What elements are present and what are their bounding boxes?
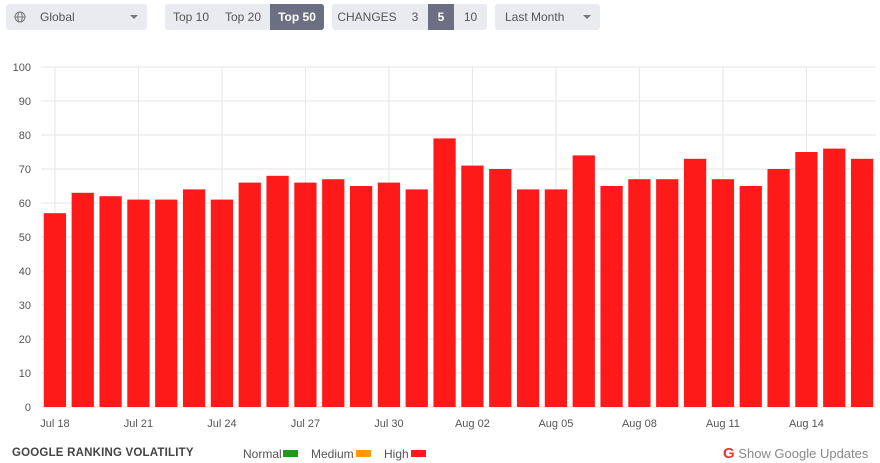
bar[interactable] bbox=[600, 186, 623, 407]
bar[interactable] bbox=[433, 138, 456, 407]
region-select[interactable]: Global bbox=[6, 4, 147, 30]
bar[interactable] bbox=[294, 182, 317, 407]
bar[interactable] bbox=[516, 189, 540, 407]
x-tick-label: Aug 11 bbox=[706, 418, 740, 430]
x-tick-label: Jul 24 bbox=[207, 418, 236, 430]
y-tick-label: 100 bbox=[13, 62, 31, 74]
changes-5-button[interactable]: 5 bbox=[428, 4, 454, 30]
bar[interactable] bbox=[628, 179, 651, 407]
bar[interactable] bbox=[127, 199, 150, 407]
google-icon: G bbox=[723, 445, 735, 462]
changes-group: CHANGES 3 5 10 bbox=[332, 4, 487, 30]
x-tick-label: Aug 05 bbox=[538, 418, 573, 430]
volatility-bar-chart: 0 10 20 30 40 50 60 70 80 90 100 Jul 18 Jul 21 Jul 24… bbox=[13, 62, 876, 430]
bar[interactable] bbox=[99, 196, 122, 407]
bar[interactable] bbox=[238, 182, 261, 407]
globe-icon bbox=[14, 11, 26, 23]
bar[interactable] bbox=[405, 189, 428, 407]
show-google-updates-label: Show Google Updates bbox=[738, 446, 869, 461]
y-tick-label: 80 bbox=[19, 130, 31, 142]
period-label: Last Month bbox=[505, 10, 565, 24]
bar[interactable] bbox=[850, 158, 874, 407]
bar[interactable] bbox=[377, 182, 401, 407]
y-tick-label: 50 bbox=[19, 232, 31, 244]
legend-high-label: High bbox=[384, 447, 409, 461]
bar[interactable] bbox=[572, 155, 595, 407]
y-tick-label: 30 bbox=[19, 300, 31, 312]
top-filter-group: Top 10 Top 20 Top 50 bbox=[165, 4, 324, 30]
changes-3-button[interactable]: 3 bbox=[402, 4, 428, 30]
region-label: Global bbox=[40, 10, 75, 24]
footer: GOOGLE RANKING VOLATILITY Normal Medium … bbox=[0, 440, 880, 463]
x-tick-label: Jul 30 bbox=[374, 418, 403, 430]
bar[interactable] bbox=[210, 199, 234, 407]
bar[interactable] bbox=[71, 192, 94, 407]
legend-normal-swatch bbox=[283, 450, 298, 457]
legend-high-swatch bbox=[411, 450, 426, 457]
bar[interactable] bbox=[322, 179, 345, 407]
bar[interactable] bbox=[823, 148, 846, 407]
chevron-down-icon bbox=[583, 15, 591, 19]
x-tick-label: Aug 08 bbox=[622, 418, 657, 430]
period-select[interactable]: Last Month bbox=[495, 4, 600, 30]
toolbar: Global Top 10 Top 20 Top 50 CHANGES 3 5 … bbox=[0, 0, 880, 36]
y-tick-label: 60 bbox=[19, 198, 31, 210]
top-50-button[interactable]: Top 50 bbox=[270, 4, 324, 30]
bar[interactable] bbox=[43, 213, 67, 407]
x-tick-label: Jul 18 bbox=[40, 418, 69, 430]
top-10-button[interactable]: Top 10 bbox=[165, 4, 217, 30]
top-20-button[interactable]: Top 20 bbox=[217, 4, 269, 30]
y-tick-label: 90 bbox=[19, 96, 31, 108]
x-tick-label: Aug 14 bbox=[789, 418, 824, 430]
bar[interactable] bbox=[461, 165, 484, 407]
bar[interactable] bbox=[544, 189, 568, 407]
changes-label: CHANGES bbox=[337, 10, 397, 24]
bar[interactable] bbox=[266, 175, 289, 407]
chevron-down-icon bbox=[130, 15, 138, 19]
legend-medium-label: Medium bbox=[311, 447, 354, 461]
changes-10-button[interactable]: 10 bbox=[454, 4, 487, 30]
bar[interactable] bbox=[795, 152, 818, 407]
bar[interactable] bbox=[155, 199, 178, 407]
chart-title: GOOGLE RANKING VOLATILITY bbox=[12, 447, 194, 459]
x-tick-label: Jul 27 bbox=[291, 418, 320, 430]
x-tick-label: Aug 02 bbox=[455, 418, 490, 430]
bar[interactable] bbox=[767, 169, 790, 407]
y-tick-label: 20 bbox=[19, 334, 31, 346]
bar[interactable] bbox=[739, 186, 762, 407]
y-tick-label: 40 bbox=[19, 266, 31, 278]
x-tick-label: Jul 21 bbox=[124, 418, 153, 430]
legend-medium-swatch bbox=[356, 450, 371, 457]
y-tick-label: 70 bbox=[19, 164, 31, 176]
bar[interactable] bbox=[349, 186, 373, 407]
y-tick-label: 0 bbox=[25, 402, 31, 414]
bar[interactable] bbox=[711, 179, 735, 407]
bar[interactable] bbox=[489, 169, 512, 407]
y-tick-label: 10 bbox=[19, 368, 31, 380]
legend-normal-label: Normal bbox=[243, 447, 282, 461]
show-google-updates-link[interactable]: G Show Google Updates bbox=[723, 445, 868, 462]
bar[interactable] bbox=[683, 158, 707, 407]
bar[interactable] bbox=[656, 179, 679, 407]
bar[interactable] bbox=[182, 189, 206, 407]
